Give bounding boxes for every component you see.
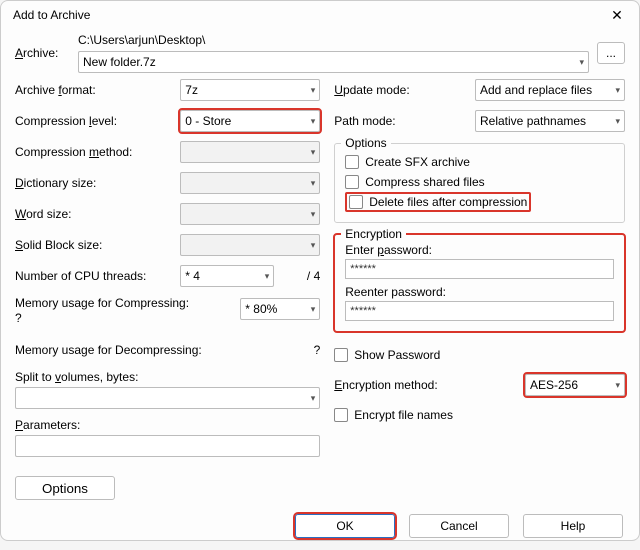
- compression-method-label: Compression method:: [15, 145, 174, 159]
- sfx-label: Create SFX archive: [365, 155, 470, 169]
- delete-after-checkbox[interactable]: [349, 195, 363, 209]
- options-legend: Options: [341, 136, 390, 150]
- ok-button[interactable]: OK: [295, 514, 395, 538]
- chevron-down-icon: ▾: [307, 178, 316, 189]
- path-mode-select[interactable]: Relative pathnames▾: [475, 110, 625, 132]
- reenter-password-label: Reenter password:: [345, 285, 614, 299]
- mem-compress-label: Memory usage for Compressing:?: [15, 296, 234, 326]
- close-icon[interactable]: ✕: [605, 3, 629, 27]
- archive-label: Archive:: [15, 46, 70, 60]
- word-size-label: Word size:: [15, 207, 174, 221]
- compression-level-select[interactable]: 0 - Store▾: [180, 110, 320, 132]
- archive-path: C:\Users\arjun\Desktop\: [78, 33, 589, 47]
- dictionary-size-select[interactable]: ▾: [180, 172, 320, 194]
- footer: OK Cancel Help: [1, 506, 639, 550]
- show-password-label: Show Password: [354, 348, 440, 362]
- sfx-checkbox[interactable]: [345, 155, 359, 169]
- archive-filename-select[interactable]: New folder.7z ▾: [78, 51, 589, 73]
- encryption-method-select[interactable]: AES-256▾: [525, 374, 625, 396]
- solid-block-select[interactable]: ▾: [180, 234, 320, 256]
- chevron-down-icon: ▾: [307, 147, 316, 158]
- help-button[interactable]: Help: [523, 514, 623, 538]
- chevron-down-icon: ▾: [261, 271, 270, 282]
- mem-decompress-value: ?: [280, 343, 320, 357]
- update-mode-select[interactable]: Add and replace files▾: [475, 79, 625, 101]
- update-mode-label: Update mode:: [334, 83, 469, 97]
- chevron-down-icon: ▾: [307, 304, 316, 315]
- compress-shared-label: Compress shared files: [365, 175, 484, 189]
- chevron-down-icon: ▾: [307, 209, 316, 220]
- compression-level-label: Compression level:: [15, 114, 174, 128]
- cancel-button[interactable]: Cancel: [409, 514, 509, 538]
- browse-button[interactable]: ...: [597, 42, 625, 64]
- mem-decompress-label: Memory usage for Decompressing:: [15, 343, 274, 357]
- cpu-threads-total: / 4: [280, 269, 320, 283]
- chevron-down-icon: ▾: [307, 393, 316, 404]
- enter-password-label: Enter password:: [345, 243, 614, 257]
- enter-password-input[interactable]: ******: [345, 259, 614, 279]
- chevron-down-icon: ▾: [611, 116, 620, 127]
- options-group: Options Create SFX archive Compress shar…: [334, 143, 625, 223]
- encryption-method-label: Encryption method:: [334, 378, 517, 392]
- cpu-threads-label: Number of CPU threads:: [15, 269, 174, 283]
- titlebar: Add to Archive ✕: [1, 1, 639, 29]
- chevron-down-icon: ▾: [307, 240, 316, 251]
- window-title: Add to Archive: [13, 8, 90, 22]
- solid-block-label: Solid Block size:: [15, 238, 174, 252]
- compression-method-select[interactable]: ▾: [180, 141, 320, 163]
- chevron-down-icon: ▾: [307, 116, 316, 127]
- parameters-label: Parameters:: [15, 418, 320, 432]
- reenter-password-input[interactable]: ******: [345, 301, 614, 321]
- encrypt-names-label: Encrypt file names: [354, 408, 453, 422]
- compress-shared-checkbox[interactable]: [345, 175, 359, 189]
- split-volumes-select[interactable]: ▾: [15, 387, 320, 409]
- archive-format-select[interactable]: 7z▾: [180, 79, 320, 101]
- chevron-down-icon: ▾: [307, 85, 316, 96]
- dictionary-size-label: Dictionary size:: [15, 176, 174, 190]
- split-volumes-label: Split to volumes, bytes:: [15, 370, 320, 384]
- archive-format-label: Archive format:: [15, 83, 174, 97]
- chevron-down-icon: ▾: [611, 85, 620, 96]
- encryption-legend: Encryption: [341, 227, 406, 241]
- parameters-input[interactable]: [15, 435, 320, 457]
- path-mode-label: Path mode:: [334, 114, 469, 128]
- options-button[interactable]: Options: [15, 476, 115, 500]
- encryption-group: Encryption Enter password: ****** Reente…: [334, 234, 625, 332]
- show-password-checkbox[interactable]: [334, 348, 348, 362]
- word-size-select[interactable]: ▾: [180, 203, 320, 225]
- cpu-threads-select[interactable]: * 4▾: [180, 265, 274, 287]
- mem-compress-select[interactable]: * 80%▾: [240, 298, 320, 320]
- dialog-window: Add to Archive ✕ Archive: C:\Users\arjun…: [0, 0, 640, 541]
- chevron-down-icon: ▾: [575, 57, 584, 68]
- encrypt-names-checkbox[interactable]: [334, 408, 348, 422]
- delete-after-label: Delete files after compression: [369, 195, 527, 209]
- chevron-down-icon: ▾: [611, 380, 620, 391]
